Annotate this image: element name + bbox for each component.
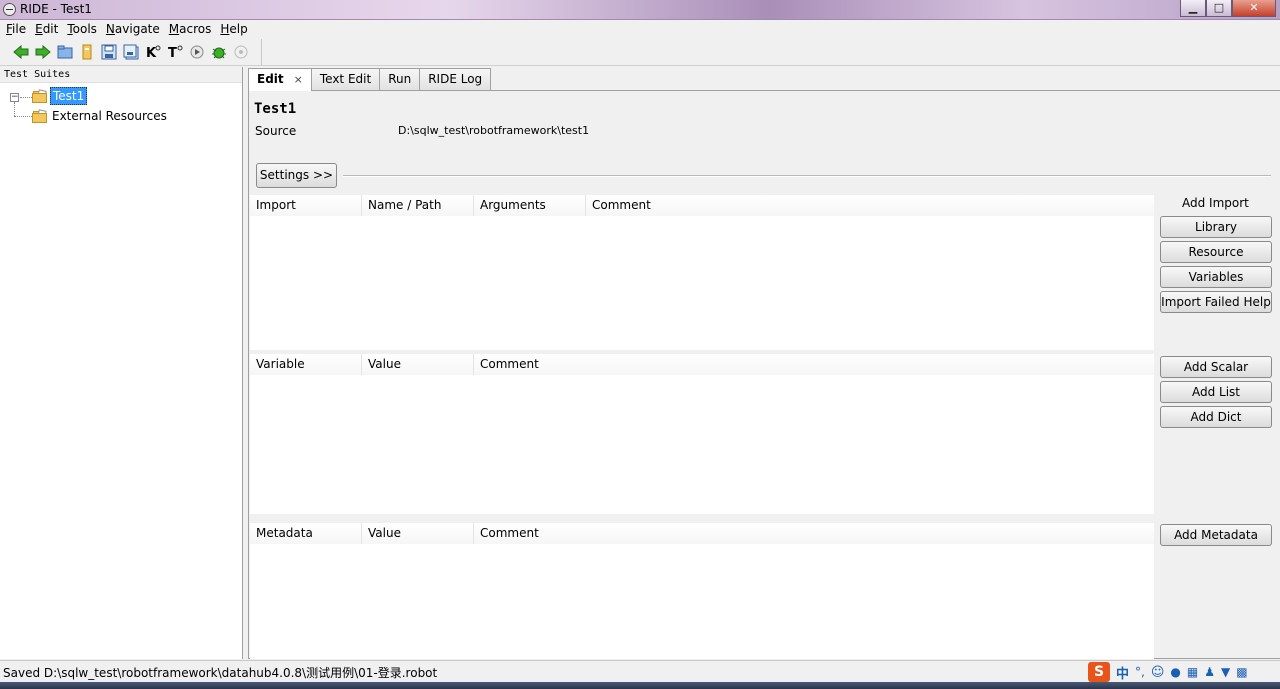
ime-toolbar: S 中 °, ☺ ● ▦ ♟ ▼ ▩ [1088, 662, 1278, 682]
add-dict-button[interactable]: Add Dict [1160, 406, 1272, 428]
column-header[interactable]: Value [362, 354, 474, 375]
suite-name: Test1 [254, 101, 297, 117]
title-bar: RIDE - Test1 ▁ □ ✕ [0, 0, 1280, 20]
svg-text:T: T [168, 46, 177, 60]
column-header[interactable]: Variable [250, 354, 362, 375]
close-window-button[interactable]: ✕ [1232, 0, 1276, 17]
clothing-icon[interactable]: ▼ [1221, 665, 1230, 679]
settings-toggle-button[interactable]: Settings >> [256, 163, 337, 188]
tree-connector [20, 97, 32, 98]
debug-bug-icon[interactable] [210, 43, 228, 61]
add-resource-button[interactable]: Resource [1160, 241, 1272, 263]
save-icon[interactable] [100, 43, 118, 61]
metadata-table-body[interactable] [250, 544, 1154, 659]
column-header[interactable]: Import [250, 195, 362, 216]
column-header[interactable]: Value [362, 523, 474, 544]
column-header[interactable]: Name / Path [362, 195, 474, 216]
tree-connector [14, 102, 15, 116]
toolbar-buttons: K T [2, 39, 262, 65]
column-header[interactable]: Arguments [474, 195, 586, 216]
variable-table-body[interactable] [250, 375, 1154, 514]
toolbar: K T [0, 39, 1280, 66]
tab-ride-log[interactable]: RIDE Log [419, 68, 492, 90]
menu-bar: File Edit Tools Navigate Macros Help [0, 20, 1280, 39]
tab-run[interactable]: Run [379, 68, 421, 90]
tab-text-edit[interactable]: Text Edit [310, 68, 381, 90]
back-arrow-icon[interactable] [12, 43, 30, 61]
emoji-icon[interactable]: ☺ [1151, 665, 1165, 680]
punctuation-icon[interactable]: °, [1135, 665, 1145, 679]
add-list-button[interactable]: Add List [1160, 381, 1272, 403]
maximize-button[interactable]: □ [1206, 0, 1232, 17]
import-table-header: Import Name / Path Arguments Comment [250, 195, 1154, 216]
window-controls: ▁ □ ✕ [1180, 0, 1276, 18]
menu-help[interactable]: Help [216, 20, 252, 39]
save-all-icon[interactable] [122, 43, 140, 61]
test-search-icon[interactable]: T [166, 43, 184, 61]
variable-table-header: Variable Value Comment [250, 354, 1154, 375]
menu-edit[interactable]: Edit [31, 20, 63, 39]
column-header[interactable]: Comment [474, 354, 1154, 375]
settings-divider [343, 175, 1271, 177]
keyboard-icon[interactable]: ▦ [1187, 665, 1198, 679]
run-icon[interactable] [188, 43, 206, 61]
skin-icon[interactable]: ♟ [1204, 665, 1215, 679]
tree-collapse-toggle[interactable]: − [10, 93, 19, 102]
add-variables-button[interactable]: Variables [1160, 266, 1272, 288]
add-metadata-button[interactable]: Add Metadata [1160, 524, 1272, 546]
tab-edit[interactable]: Edit × [248, 68, 312, 91]
metadata-table-header: Metadata Value Comment [250, 523, 1154, 544]
add-import-label: Add Import [1182, 196, 1249, 210]
tree-node-label: External Resources [52, 109, 167, 123]
import-table-body[interactable] [250, 216, 1154, 350]
minimize-button[interactable]: ▁ [1180, 0, 1206, 17]
svg-text:K: K [146, 46, 157, 60]
taskbar [0, 682, 1280, 689]
grid-menu-icon[interactable]: ▩ [1236, 665, 1247, 679]
column-header[interactable]: Comment [586, 195, 1154, 216]
import-failed-help-button[interactable]: Import Failed Help [1160, 291, 1272, 313]
test-suites-tree: Test Suites − Test1 External Resources [0, 67, 243, 659]
tree-connector [14, 116, 32, 117]
add-scalar-button[interactable]: Add Scalar [1160, 356, 1272, 378]
source-label: Source [255, 124, 297, 138]
ime-language-label[interactable]: 中 [1116, 663, 1129, 682]
variable-table: Variable Value Comment [250, 354, 1154, 514]
source-path: D:\sqlw_test\robotframework\test1 [398, 124, 590, 137]
column-header[interactable]: Metadata [250, 523, 362, 544]
menu-tools[interactable]: Tools [63, 20, 102, 39]
forward-arrow-icon[interactable] [34, 43, 52, 61]
suite-editor: Test1 Source D:\sqlw_test\robotframework… [248, 90, 1280, 659]
close-tab-icon[interactable]: × [294, 73, 303, 86]
resource-folder-icon [32, 108, 48, 123]
metadata-table: Metadata Value Comment [250, 523, 1154, 659]
import-table: Import Name / Path Arguments Comment [250, 195, 1154, 350]
stop-icon[interactable] [232, 43, 250, 61]
microphone-icon[interactable]: ● [1170, 665, 1180, 679]
menu-macros[interactable]: Macros [165, 20, 217, 39]
tree-node-label: Test1 [50, 87, 88, 105]
open-folder-icon[interactable] [56, 43, 74, 61]
window-title: RIDE - Test1 [20, 2, 92, 16]
add-library-button[interactable]: Library [1160, 216, 1272, 238]
app-icon[interactable] [3, 3, 16, 16]
editor-tabs: Edit × Text Edit Run RIDE Log [248, 68, 492, 91]
tree-node-external-resources[interactable]: External Resources [32, 107, 169, 125]
tree-header: Test Suites [0, 67, 242, 83]
suite-folder-icon [32, 88, 48, 103]
status-bar: Saved D:\sqlw_test\robotframework\datahu… [0, 660, 1280, 682]
menu-navigate[interactable]: Navigate [102, 20, 165, 39]
column-header[interactable]: Comment [474, 523, 1154, 544]
open-directory-icon[interactable] [78, 43, 96, 61]
tree-node-test1[interactable]: Test1 [32, 87, 88, 105]
menu-file[interactable]: File [2, 20, 31, 39]
keyword-search-icon[interactable]: K [144, 43, 162, 61]
ime-logo-icon[interactable]: S [1088, 662, 1110, 682]
status-text: Saved D:\sqlw_test\robotframework\datahu… [3, 666, 438, 680]
